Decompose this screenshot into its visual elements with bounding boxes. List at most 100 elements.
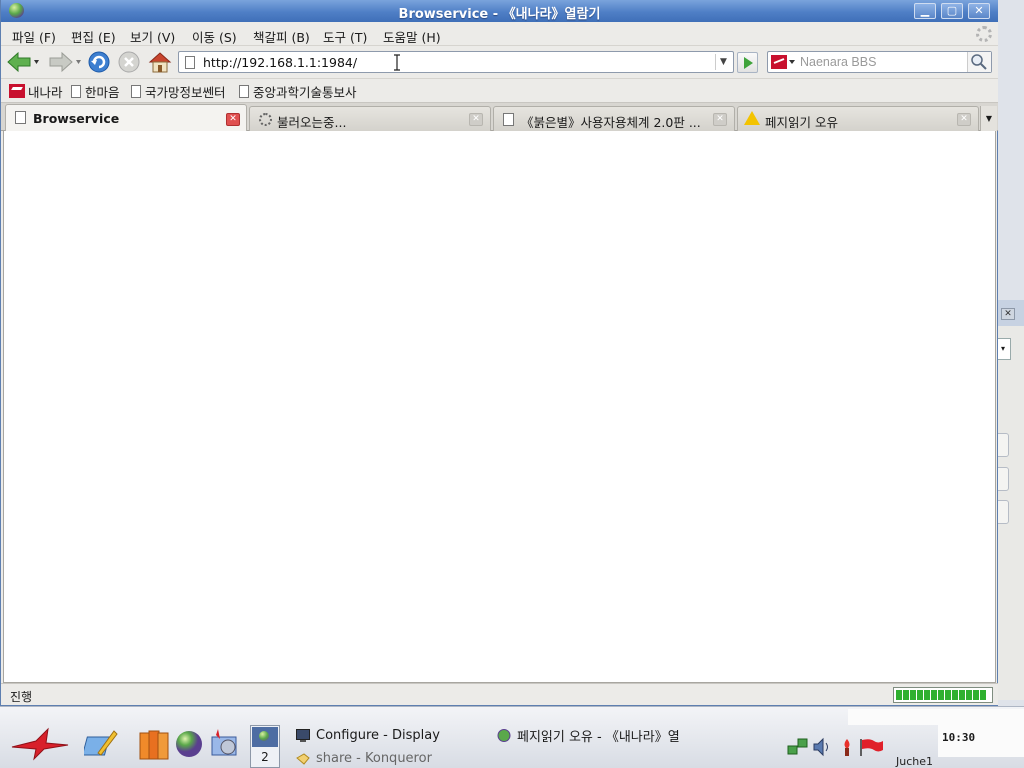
browser-window: Browservice - 《내나라》열람기 ▁ ▢ ✕ 파일 (F) 편집 (…: [0, 0, 998, 706]
torch-icon[interactable]: [838, 737, 856, 757]
folder-hand-icon: [296, 752, 310, 765]
home-button[interactable]: [147, 50, 173, 74]
tab-red-star-os[interactable]: 《붉은별》사용자용체계 2.0판 ... ✕: [493, 106, 735, 131]
clock-time: 10:30: [942, 731, 976, 744]
bookmark-hanmaeum[interactable]: 한마음: [71, 83, 120, 100]
tab-close-icon[interactable]: ✕: [957, 113, 971, 126]
task-label: share - Konqueror: [316, 750, 432, 766]
progress-segment: [980, 690, 986, 700]
files-launcher-icon[interactable]: [137, 727, 171, 761]
home-icon: [148, 52, 172, 73]
forward-arrow-icon: [49, 51, 81, 73]
tab-browservice[interactable]: Browservice ✕: [5, 104, 247, 132]
menu-bar: 파일 (F) 편집 (E) 보기 (V) 이동 (S) 책갈피 (B) 도구 (…: [1, 22, 998, 46]
tab-close-icon[interactable]: ✕: [226, 113, 240, 126]
red-star-menu-icon[interactable]: [8, 727, 70, 761]
page-icon: [503, 113, 514, 126]
progress-segment: [903, 690, 909, 700]
menu-edit[interactable]: 편집 (E): [71, 27, 116, 46]
progress-segment: [952, 690, 958, 700]
progress-segment: [924, 690, 930, 700]
forward-button[interactable]: [45, 50, 83, 74]
background-window-close-icon[interactable]: ✕: [1001, 308, 1015, 320]
bookmark-label: 내나라: [28, 84, 63, 100]
menu-tools[interactable]: 도구 (T): [323, 27, 367, 46]
page-icon: [131, 84, 141, 98]
flag-icon[interactable]: [858, 737, 884, 757]
warning-icon: [744, 111, 760, 125]
menu-help[interactable]: 도움말 (H): [383, 27, 441, 46]
tab-label: 불러오는중...: [277, 115, 347, 130]
media-launcher-icon[interactable]: [208, 727, 242, 761]
close-button[interactable]: ✕: [968, 3, 990, 19]
progress-segment: [931, 690, 937, 700]
url-bar[interactable]: http://192.168.1.1:1984/ ▼: [178, 51, 734, 73]
tab-list-dropdown-icon[interactable]: ▼: [980, 106, 997, 131]
progress-segment: [938, 690, 944, 700]
editor-launcher-icon[interactable]: [84, 727, 118, 761]
bookmark-national-network-info-center[interactable]: 국가망정보쎈터: [131, 83, 226, 100]
url-history-dropdown-icon[interactable]: ▼: [715, 54, 731, 70]
tab-bar: Browservice ✕ 불러오는중... ✕ 《붉은별》사용자용체계 2.0…: [1, 103, 998, 132]
bookmark-central-science-news[interactable]: 중앙과학기술통보사: [239, 83, 357, 100]
display-icon: [296, 728, 310, 742]
page-icon: [71, 84, 81, 98]
window-title: Browservice - 《내나라》열람기: [398, 7, 601, 22]
taskbar: 2 Configure - Display share - Konqueror …: [0, 706, 1024, 768]
pager-desktop-preview[interactable]: [252, 727, 278, 747]
search-button[interactable]: [967, 52, 991, 72]
loading-icon: [259, 113, 272, 126]
title-bar[interactable]: Browservice - 《내나라》열람기 ▁ ▢ ✕: [1, 0, 998, 22]
tab-label: 《붉은별》사용자용체계 2.0판 ...: [521, 115, 701, 130]
clock[interactable]: 10:30: [938, 717, 1024, 757]
progress-bar: [893, 687, 993, 703]
menu-bookmarks[interactable]: 책갈피 (B): [253, 27, 310, 46]
task-configure-display[interactable]: Configure - Display: [296, 726, 440, 744]
tab-loading[interactable]: 불러오는중... ✕: [249, 106, 491, 131]
go-button[interactable]: [737, 52, 758, 73]
browser-globe-icon: [497, 728, 511, 742]
throbber-icon: [976, 26, 992, 42]
tab-close-icon[interactable]: ✕: [469, 113, 483, 126]
reload-icon: [88, 51, 110, 73]
task-share-konqueror[interactable]: share - Konqueror: [296, 749, 432, 767]
tab-label: 페지읽기 오유: [765, 115, 838, 130]
progress-segment: [910, 690, 916, 700]
tab-label: Browservice: [33, 111, 120, 126]
page-icon: [239, 84, 249, 98]
progress-segment: [917, 690, 923, 700]
back-button[interactable]: [5, 50, 41, 74]
pager-number: 2: [261, 750, 269, 764]
magnifier-icon: [971, 54, 987, 70]
page-content[interactable]: [3, 131, 996, 683]
task-page-load-error[interactable]: 페지읽기 오유 - 《내나라》열: [497, 726, 687, 744]
menu-view[interactable]: 보기 (V): [130, 27, 175, 46]
task-label: 페지읽기 오유 - 《내나라》열: [517, 729, 680, 745]
progress-segment: [973, 690, 979, 700]
bookmark-label: 국가망정보쎈터: [145, 84, 226, 100]
search-bar: [767, 51, 992, 73]
page-icon: [15, 111, 26, 124]
naenara-flag-icon: [9, 84, 25, 98]
tab-close-icon[interactable]: ✕: [713, 113, 727, 126]
url-text[interactable]: http://192.168.1.1:1984/: [203, 55, 357, 70]
navigation-toolbar: http://192.168.1.1:1984/ ▼: [1, 46, 998, 79]
menu-file[interactable]: 파일 (F): [12, 27, 56, 46]
volume-icon[interactable]: [812, 737, 832, 757]
status-text: 진행: [10, 690, 33, 704]
search-engine-icon[interactable]: [770, 54, 796, 70]
progress-segment: [959, 690, 965, 700]
workspace-pager[interactable]: 2: [250, 725, 280, 768]
search-input[interactable]: [800, 53, 965, 71]
maximize-button[interactable]: ▢: [941, 3, 963, 19]
progress-segment: [945, 690, 951, 700]
tab-page-load-error[interactable]: 페지읽기 오유 ✕: [737, 106, 979, 131]
menu-go[interactable]: 이동 (S): [192, 27, 237, 46]
progress-segment: [896, 690, 902, 700]
reload-button[interactable]: [87, 50, 111, 74]
bookmark-naenara[interactable]: 내나라: [9, 83, 63, 100]
network-icon[interactable]: [787, 737, 809, 757]
stop-button[interactable]: [117, 50, 141, 74]
browser-launcher-icon[interactable]: [173, 727, 207, 761]
minimize-button[interactable]: ▁: [914, 3, 936, 19]
